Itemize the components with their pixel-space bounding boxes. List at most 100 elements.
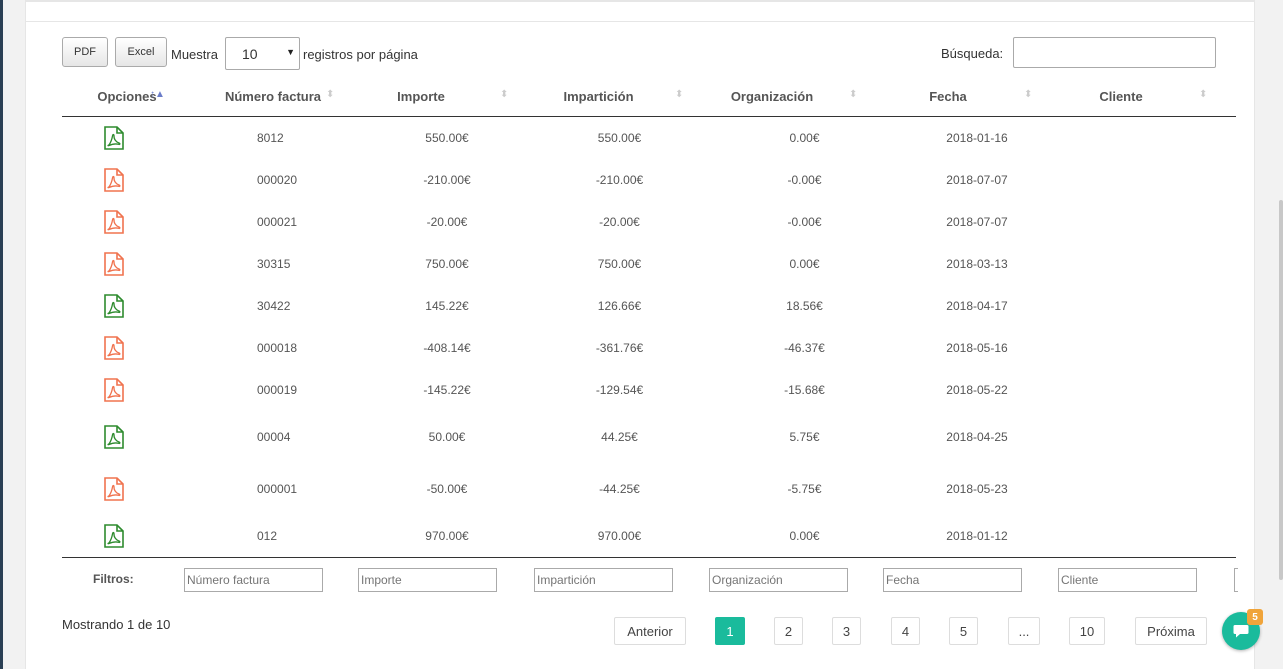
- cell-imparticion: 126.66€: [597, 299, 642, 313]
- pdf-file-icon[interactable]: [103, 477, 125, 501]
- table-row: 000020 -210.00€ -210.00€ -0.00€ 2018-07-07: [62, 159, 1236, 201]
- table-footer-divider: [62, 557, 1236, 558]
- sort-arrows-icon[interactable]: ⬍: [500, 90, 508, 100]
- cell-imparticion: 970.00€: [597, 529, 642, 543]
- pdf-file-icon[interactable]: [103, 336, 125, 360]
- sort-arrows-icon[interactable]: ↑▲: [150, 90, 165, 100]
- cell-importe: 970.00€: [425, 529, 469, 543]
- cell-imparticion: -20.00€: [599, 215, 640, 229]
- cell-organizacion: -5.75€: [787, 482, 822, 496]
- cell-imparticion: 44.25€: [601, 430, 638, 444]
- pdf-file-icon[interactable]: [103, 378, 125, 402]
- cell-organizacion: -0.00€: [787, 173, 822, 187]
- column-header-organizacion[interactable]: Organización: [707, 89, 837, 104]
- pdf-file-icon[interactable]: [103, 210, 125, 234]
- pdf-file-icon[interactable]: [103, 126, 125, 150]
- table-row: 000018 -408.14€ -361.76€ -46.37€ 2018-05-16: [62, 327, 1236, 369]
- previous-page-button[interactable]: Anterior: [614, 617, 686, 645]
- cell-organizacion: -15.68€: [784, 383, 825, 397]
- sort-arrows-icon[interactable]: ⬍: [326, 90, 334, 100]
- table-row: 30422 145.22€ 126.66€ 18.56€ 2018-04-17: [62, 285, 1236, 327]
- cell-fecha: 2018-01-12: [946, 529, 1008, 543]
- sort-arrows-icon[interactable]: ⬍: [849, 90, 857, 100]
- cell-opciones: [62, 285, 166, 327]
- pdf-export-button[interactable]: PDF: [62, 37, 108, 67]
- filter-input-numero-factura[interactable]: [184, 568, 323, 592]
- cell-importe: -50.00€: [426, 482, 468, 496]
- show-label: Muestra: [171, 47, 218, 62]
- cell-importe: -408.14€: [423, 341, 471, 355]
- filter-input-imparticion[interactable]: [534, 568, 673, 592]
- page-ellipsis[interactable]: ...: [1008, 617, 1040, 645]
- pdf-file-icon[interactable]: [103, 524, 125, 548]
- cell-importe: 550.00€: [425, 131, 469, 145]
- cell-numero: 012: [257, 529, 278, 543]
- sort-arrows-icon[interactable]: ⬍: [1024, 90, 1032, 100]
- page-button-1[interactable]: 1: [715, 617, 745, 645]
- cell-fecha: 2018-05-16: [946, 341, 1008, 355]
- cell-importe: -20.00€: [426, 215, 468, 229]
- cell-fecha: 2018-01-16: [946, 131, 1008, 145]
- per-page-select[interactable]: 10 ▼: [225, 37, 300, 70]
- cell-fecha: 2018-07-07: [946, 215, 1008, 229]
- sort-arrows-icon[interactable]: ⬍: [1199, 90, 1207, 100]
- invoice-panel: PDF Excel Muestra 10 ▼ registros por pág…: [25, 0, 1255, 669]
- cell-fecha: 2018-07-07: [946, 173, 1008, 187]
- cell-numero: 000001: [257, 482, 298, 496]
- cell-numero: 8012: [257, 131, 284, 145]
- dropdown-arrow-icon: ▼: [286, 47, 295, 57]
- table-row: 8012 550.00€ 550.00€ 0.00€ 2018-01-16: [62, 117, 1236, 159]
- cell-cliente: [1082, 327, 1212, 369]
- filter-input-cliente[interactable]: [1058, 568, 1197, 592]
- sort-arrows-icon[interactable]: ⬍: [675, 90, 683, 100]
- chat-bubble-icon: [1233, 624, 1249, 637]
- cell-numero: 000019: [257, 383, 298, 397]
- next-page-button[interactable]: Próxima: [1135, 617, 1207, 645]
- cell-imparticion: -210.00€: [595, 173, 644, 187]
- search-input[interactable]: [1013, 37, 1216, 68]
- cell-organizacion: 0.00€: [789, 257, 820, 271]
- filter-input-fecha[interactable]: [883, 568, 1022, 592]
- cell-opciones: [62, 117, 166, 159]
- scrollbar-thumb[interactable]: [1279, 200, 1283, 580]
- cell-importe: 50.00€: [428, 430, 466, 444]
- cell-cliente: [1082, 285, 1212, 327]
- page-button-4[interactable]: 4: [891, 617, 920, 645]
- cell-fecha: 2018-05-22: [946, 383, 1008, 397]
- cell-opciones: [62, 515, 166, 557]
- filter-input-importe[interactable]: [358, 568, 497, 592]
- column-header-importe[interactable]: Importe: [361, 89, 481, 104]
- column-header-opciones[interactable]: Opciones: [67, 89, 187, 104]
- cell-numero: 00004: [257, 430, 291, 444]
- cell-cliente: [1082, 201, 1212, 243]
- pdf-file-icon[interactable]: [103, 252, 125, 276]
- filter-input-partial[interactable]: [1234, 568, 1238, 592]
- pdf-file-icon[interactable]: [103, 168, 125, 192]
- cell-opciones: [62, 327, 166, 369]
- excel-export-button[interactable]: Excel: [115, 37, 167, 67]
- filters-label: Filtros:: [93, 572, 134, 586]
- page-button-3[interactable]: 3: [832, 617, 861, 645]
- page-button-2[interactable]: 2: [774, 617, 803, 645]
- cell-cliente: [1082, 243, 1212, 285]
- cell-cliente: [1082, 159, 1212, 201]
- pdf-file-icon[interactable]: [103, 425, 125, 449]
- pdf-file-icon[interactable]: [103, 294, 125, 318]
- page-button-10[interactable]: 10: [1069, 617, 1105, 645]
- cell-numero: 30422: [257, 299, 291, 313]
- column-header-fecha[interactable]: Fecha: [883, 89, 1013, 104]
- column-header-cliente[interactable]: Cliente: [1056, 89, 1186, 104]
- page-button-5[interactable]: 5: [949, 617, 978, 645]
- pagination-info: Mostrando 1 de 10: [62, 617, 171, 632]
- cell-organizacion: 0.00€: [789, 131, 820, 145]
- cell-cliente: [1082, 465, 1212, 513]
- table-row: 00004 50.00€ 44.25€ 5.75€ 2018-04-25: [62, 413, 1236, 461]
- cell-imparticion: -129.54€: [595, 383, 644, 397]
- cell-numero: 000020: [257, 173, 298, 187]
- cell-importe: -210.00€: [423, 173, 471, 187]
- filter-input-organizacion[interactable]: [709, 568, 848, 592]
- cell-numero: 000018: [257, 341, 298, 355]
- column-header-imparticion[interactable]: Impartición: [536, 89, 661, 104]
- table-row: 30315 750.00€ 750.00€ 0.00€ 2018-03-13: [62, 243, 1236, 285]
- table-row: 000019 -145.22€ -129.54€ -15.68€ 2018-05-22: [62, 369, 1236, 411]
